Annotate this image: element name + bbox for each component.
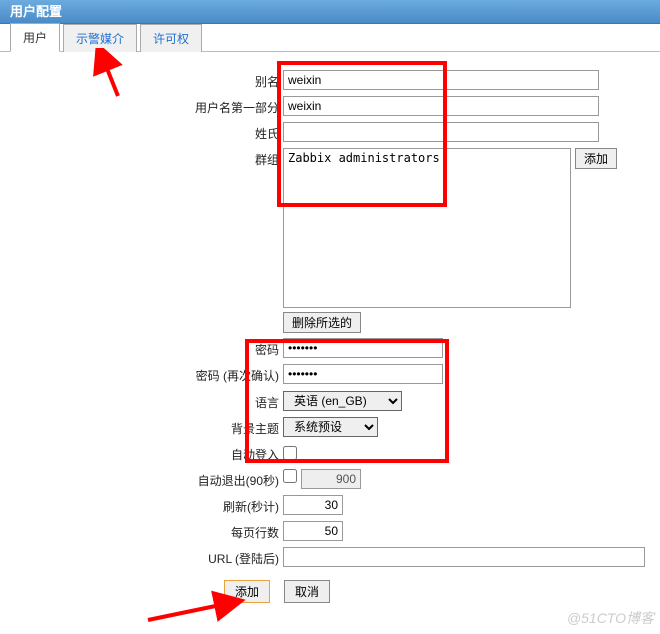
autologout-label: 自动退出(90秒) — [0, 469, 283, 489]
password-input[interactable] — [283, 338, 443, 358]
rows-input[interactable] — [283, 521, 343, 541]
groups-label: 群组 — [0, 148, 283, 168]
page-title-bar: 用户配置 — [0, 0, 660, 24]
button-row: 添加 取消 — [224, 580, 660, 603]
tab-permissions[interactable]: 许可权 — [140, 24, 202, 52]
theme-label: 背景主题 — [0, 417, 283, 437]
name-label: 用户名第一部分 — [0, 96, 283, 116]
password-label: 密码 — [0, 338, 283, 358]
name-input[interactable] — [283, 96, 599, 116]
tab-row: 用户 示警媒介 许可权 — [0, 24, 660, 52]
add-group-button[interactable]: 添加 — [575, 148, 617, 169]
url-label: URL (登陆后) — [0, 547, 283, 567]
refresh-label: 刷新(秒计) — [0, 495, 283, 515]
tab-user[interactable]: 用户 — [10, 23, 60, 52]
page-title: 用户配置 — [10, 4, 62, 19]
autologin-label: 自动登入 — [0, 443, 283, 463]
password-confirm-label: 密码 (再次确认) — [0, 364, 283, 384]
watermark: @51CTO博客 — [567, 608, 654, 628]
autologout-checkbox[interactable] — [283, 469, 297, 483]
rows-label: 每页行数 — [0, 521, 283, 541]
cancel-button[interactable]: 取消 — [284, 580, 330, 603]
form-area: 别名 用户名第一部分 姓氏 群组 Zabbix administrators 添… — [0, 52, 660, 603]
url-input[interactable] — [283, 547, 645, 567]
language-select[interactable]: 英语 (en_GB) — [283, 391, 402, 411]
surname-input[interactable] — [283, 122, 599, 142]
delete-selected-button[interactable]: 删除所选的 — [283, 312, 361, 333]
autologin-checkbox[interactable] — [283, 446, 297, 460]
alias-input[interactable] — [283, 70, 599, 90]
surname-label: 姓氏 — [0, 122, 283, 142]
password-confirm-input[interactable] — [283, 364, 443, 384]
submit-button[interactable]: 添加 — [224, 580, 270, 603]
theme-select[interactable]: 系统预设 — [283, 417, 378, 437]
tab-media[interactable]: 示警媒介 — [63, 24, 137, 52]
groups-list[interactable]: Zabbix administrators — [283, 148, 571, 308]
autologout-input[interactable] — [301, 469, 361, 489]
alias-label: 别名 — [0, 70, 283, 90]
language-label: 语言 — [0, 391, 283, 411]
refresh-input[interactable] — [283, 495, 343, 515]
